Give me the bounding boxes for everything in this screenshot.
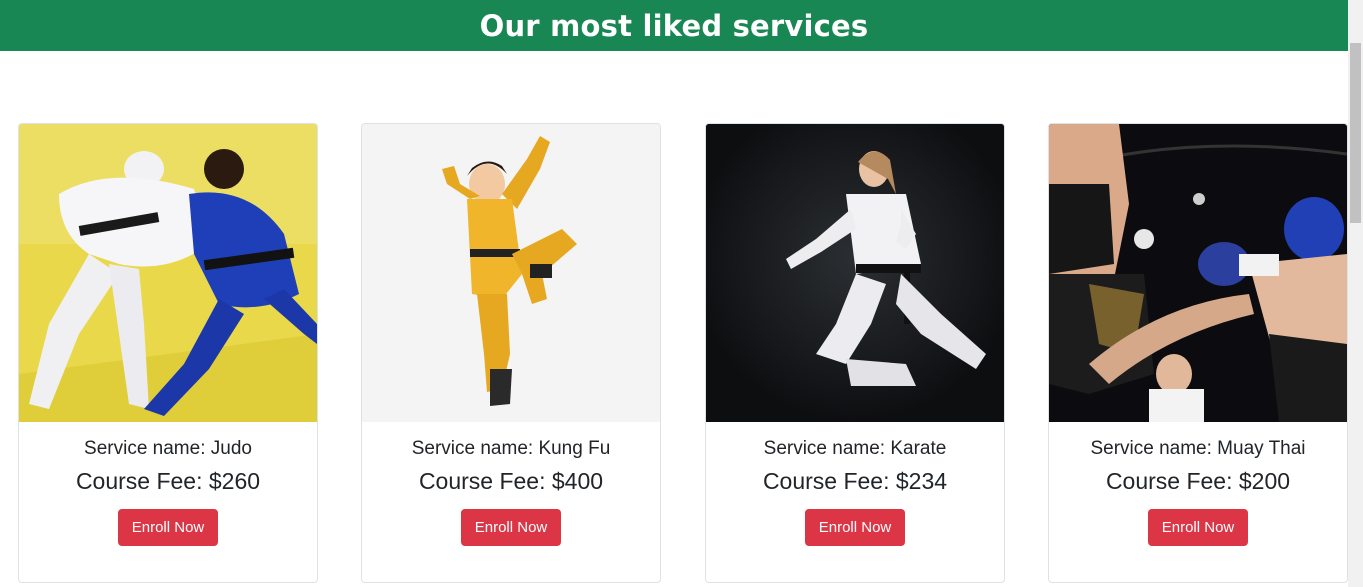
page-title: Our most liked services bbox=[479, 8, 869, 43]
kungfu-illustration bbox=[362, 124, 660, 422]
service-name: Service name: Kung Fu bbox=[411, 438, 611, 459]
service-card-judo: Service name: Judo Course Fee: $260 Enro… bbox=[18, 123, 318, 583]
enroll-now-button-karate[interactable]: Enroll Now bbox=[804, 509, 906, 546]
course-fee: Course Fee: $260 bbox=[75, 468, 261, 494]
karate-photo bbox=[706, 124, 1004, 422]
service-name: Service name: Muay Thai bbox=[1090, 438, 1306, 459]
service-card-muay-thai: Service name: Muay Thai Course Fee: $200… bbox=[1048, 123, 1348, 583]
enroll-now-button-muay-thai[interactable]: Enroll Now bbox=[1147, 509, 1249, 546]
page-header: Our most liked services bbox=[0, 0, 1348, 51]
scrollbar-thumb[interactable] bbox=[1350, 43, 1361, 223]
service-card-kung-fu: Service name: Kung Fu Course Fee: $400 E… bbox=[361, 123, 661, 583]
vertical-scrollbar[interactable] bbox=[1348, 0, 1363, 587]
service-name: Service name: Judo bbox=[84, 438, 252, 459]
muaythai-photo bbox=[1049, 124, 1347, 422]
course-fee: Course Fee: $400 bbox=[418, 468, 604, 494]
course-fee: Course Fee: $200 bbox=[1105, 468, 1291, 494]
enroll-now-button-judo[interactable]: Enroll Now bbox=[117, 509, 219, 546]
judo-photo bbox=[19, 124, 317, 422]
enroll-now-button-kung-fu[interactable]: Enroll Now bbox=[460, 509, 562, 546]
service-name: Service name: Karate bbox=[763, 438, 947, 459]
service-card-karate: Service name: Karate Course Fee: $234 En… bbox=[705, 123, 1005, 583]
services-grid: Service name: Judo Course Fee: $260 Enro… bbox=[18, 123, 1348, 583]
course-fee: Course Fee: $234 bbox=[762, 468, 948, 494]
